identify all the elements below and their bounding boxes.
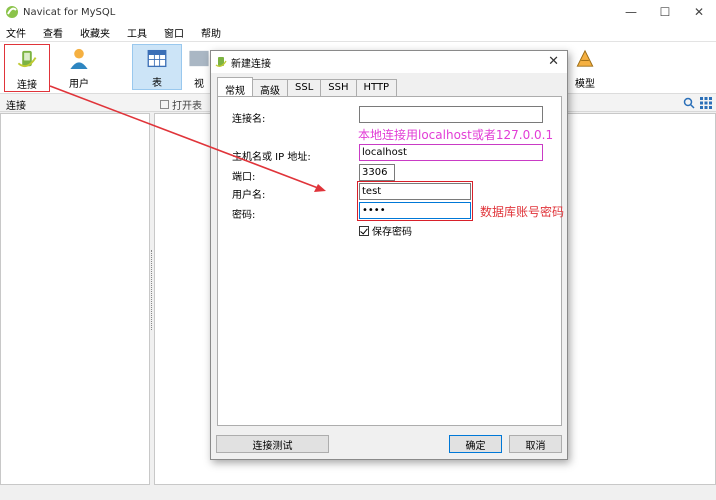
table-label: 表 — [152, 78, 162, 89]
menu-favorites[interactable]: 收藏夹 — [80, 25, 110, 40]
local-host-annotation: 本地连接用localhost或者127.0.0.1 — [358, 128, 554, 142]
menu-bar: 文件 查看 收藏夹 工具 窗口 帮助 — [0, 24, 716, 42]
view-icon — [189, 50, 209, 67]
host-label: 主机名或 IP 地址: — [232, 152, 311, 163]
menu-tools[interactable]: 工具 — [127, 25, 147, 40]
table-icon — [147, 49, 167, 68]
password-input[interactable]: •••• — [359, 202, 471, 219]
ok-button[interactable]: 确定 — [449, 435, 502, 453]
save-password-label: 保存密码 — [372, 227, 412, 238]
grid-view-icon[interactable] — [700, 97, 712, 109]
dialog-connection-icon — [215, 57, 227, 67]
general-tab-panel: 连接名: 本地连接用localhost或者127.0.0.1 主机名或 IP 地… — [217, 96, 565, 426]
open-table-label: 打开表 — [172, 101, 202, 112]
menu-window[interactable]: 窗口 — [164, 25, 184, 40]
username-input[interactable]: test — [359, 183, 471, 200]
table-button[interactable]: 表 — [132, 44, 182, 90]
window-title-bar: Navicat for MySQL — ☐ ✕ — [0, 0, 716, 24]
window-title: Navicat for MySQL — [23, 6, 116, 18]
status-bar — [0, 486, 716, 500]
connection-plug-icon — [17, 50, 37, 68]
menu-view[interactable]: 查看 — [43, 25, 63, 40]
dialog-title-bar: 新建连接 ✕ — [211, 51, 567, 73]
dialog-tabs: 常规 高级 SSL SSH HTTP — [217, 77, 398, 97]
port-input[interactable]: 3306 — [359, 164, 395, 181]
user-label: 用户 — [69, 79, 89, 90]
dialog-close-icon[interactable]: ✕ — [548, 54, 559, 69]
open-table-button[interactable]: 打开表 — [160, 97, 202, 112]
user-icon — [70, 48, 88, 70]
new-connection-dialog: 新建连接 ✕ 常规 高级 SSL SSH HTTP 连接名: 本地连接用loca… — [210, 50, 568, 460]
tab-http[interactable]: HTTP — [355, 79, 398, 96]
connection-tree-pane[interactable] — [0, 113, 150, 485]
tab-advanced[interactable]: 高级 — [252, 79, 288, 97]
save-password-checkbox[interactable] — [359, 225, 369, 236]
account-password-annotation: 数据库账号密码 — [480, 205, 565, 219]
window-controls: — ☐ ✕ — [614, 0, 716, 24]
save-password-row[interactable]: 保存密码 — [359, 223, 412, 238]
tab-general[interactable]: 常规 — [217, 77, 253, 97]
menu-help[interactable]: 帮助 — [201, 25, 221, 40]
connection-pane-title: 连接 — [6, 101, 26, 112]
connection-name-label: 连接名: — [232, 114, 266, 125]
view-label: 视 — [194, 79, 204, 90]
minimize-button[interactable]: — — [614, 0, 648, 24]
host-input[interactable]: localhost — [359, 144, 543, 161]
dialog-title: 新建连接 — [231, 58, 271, 70]
username-label: 用户名: — [232, 190, 266, 201]
test-connection-button[interactable]: 连接测试 — [216, 435, 329, 453]
connect-button[interactable]: 连接 — [4, 44, 50, 92]
connection-name-input[interactable] — [359, 106, 543, 123]
view-button[interactable]: 视 — [186, 44, 212, 90]
user-button[interactable]: 用户 — [56, 44, 102, 90]
tab-ssh[interactable]: SSH — [320, 79, 357, 96]
port-label: 端口: — [232, 172, 256, 183]
close-window-button[interactable]: ✕ — [682, 0, 716, 24]
tab-ssl[interactable]: SSL — [287, 79, 322, 96]
connect-label: 连接 — [17, 80, 37, 91]
model-button[interactable]: 模型 — [562, 44, 608, 90]
model-icon — [576, 49, 594, 67]
open-table-icon — [160, 100, 169, 109]
menu-file[interactable]: 文件 — [6, 25, 26, 40]
password-label: 密码: — [232, 210, 256, 221]
navicat-logo-icon — [6, 6, 18, 18]
search-icon[interactable] — [683, 97, 695, 109]
model-label: 模型 — [575, 79, 595, 90]
maximize-button[interactable]: ☐ — [648, 0, 682, 24]
cancel-button[interactable]: 取消 — [509, 435, 562, 453]
